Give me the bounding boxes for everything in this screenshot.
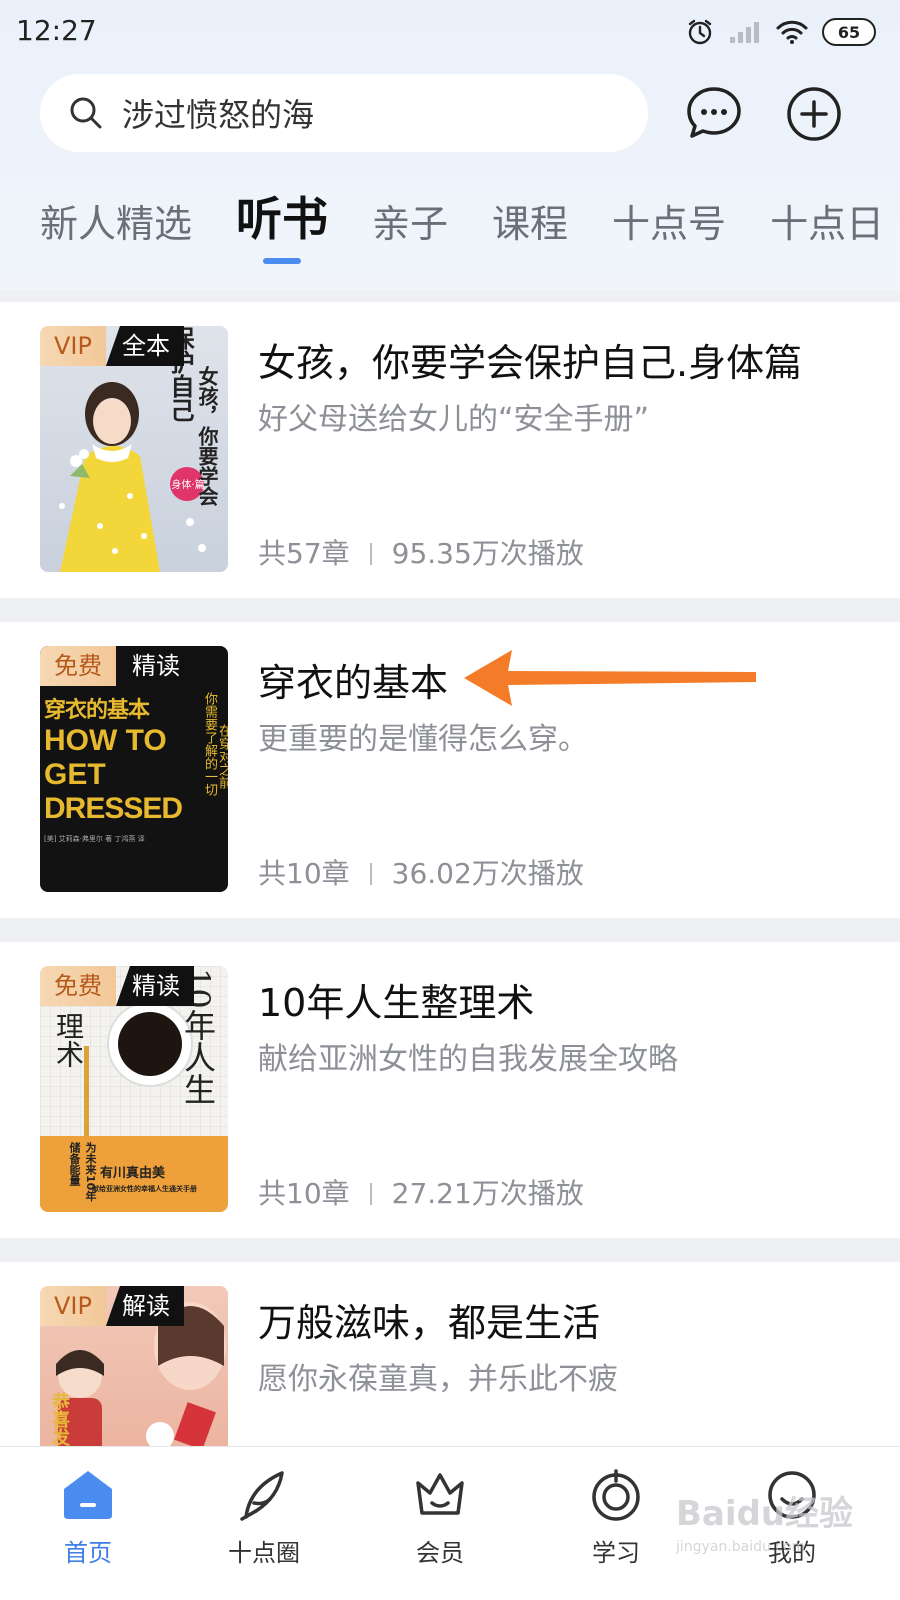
book-card[interactable]: 10年人生 理术 为未来10年储备能量 有川真由美 献给亚洲女性的幸福人生通关手… xyxy=(0,942,900,1238)
add-icon[interactable] xyxy=(784,84,844,144)
play-count: 27.21万次播放 xyxy=(391,1177,584,1210)
feather-icon xyxy=(240,1471,284,1521)
cover-title: 穿衣的基本 xyxy=(44,698,150,723)
baidu-watermark: Baidu经验 jingyan.baidu.com xyxy=(676,1494,854,1555)
header: 12:27 65 涉过愤怒的海 新人精选 听书 亲子 课程 十点号 十点日 xyxy=(0,0,900,290)
book-subtitle: 献给亚洲女性的自我发展全攻略 xyxy=(258,1042,678,1077)
alarm-icon xyxy=(688,19,712,45)
divider xyxy=(369,1183,372,1205)
category-tabs: 新人精选 听书 亲子 课程 十点号 十点日 xyxy=(40,190,900,264)
status-time: 12:27 xyxy=(16,14,97,47)
cover-author: [美] 艾莉森·弗里尔 著 丁鸿燕 译 xyxy=(44,835,145,843)
book-title[interactable]: 10年人生整理术 xyxy=(258,972,534,1027)
free-badge: 免费 精读 xyxy=(40,966,194,1006)
status-bar: 12:27 65 xyxy=(16,12,876,52)
book-meta: 共57章 95.35万次播放 xyxy=(258,532,584,572)
free-badge: 免费 精读 xyxy=(40,646,194,686)
message-icon[interactable] xyxy=(684,84,744,144)
tab-courses[interactable]: 课程 xyxy=(492,200,568,249)
nav-home[interactable]: 首页 xyxy=(18,1463,158,1568)
vip-badge: VIP 全本 xyxy=(40,326,184,366)
play-count: 36.02万次播放 xyxy=(391,857,584,890)
crown-icon xyxy=(416,1473,464,1515)
wifi-icon xyxy=(776,20,808,44)
book-cover[interactable]: 女孩，你要学会 保护自己 身体·篇 VIP 全本 xyxy=(40,326,228,572)
tab-audiobooks[interactable]: 听书 xyxy=(236,190,328,264)
search-icon xyxy=(70,97,102,129)
cover-author: 有川真由美 xyxy=(100,1166,166,1181)
cover-side-2: 在穿对之前 xyxy=(216,724,228,789)
play-count: 95.35万次播放 xyxy=(391,537,584,570)
nav-member[interactable]: 会员 xyxy=(370,1463,510,1568)
nav-study[interactable]: 学习 xyxy=(546,1463,686,1568)
book-subtitle: 好父母送给女儿的“安全手册” xyxy=(258,402,650,437)
cover-title-en-2: GET xyxy=(44,758,106,791)
cover-title-2: 理术 xyxy=(52,1012,85,1068)
chapter-count: 共10章 xyxy=(258,857,350,890)
book-meta: 共10章 27.21万次播放 xyxy=(258,1172,584,1212)
cover-tagline: 献给亚洲女性的幸福人生通关手册 xyxy=(92,1185,197,1193)
home-icon xyxy=(64,1471,112,1519)
status-icons: 65 xyxy=(686,12,876,52)
chapter-count: 共10章 xyxy=(258,1177,350,1210)
cover-title-en-1: HOW TO xyxy=(44,724,167,757)
search-bar[interactable]: 涉过愤怒的海 xyxy=(40,74,648,152)
book-cover[interactable]: 10年人生 理术 为未来10年储备能量 有川真由美 献给亚洲女性的幸福人生通关手… xyxy=(40,966,228,1212)
book-card[interactable]: 穿衣的基本 HOW TO GET DRESSED 你需要了解的一切 在穿对之前 … xyxy=(0,622,900,918)
annotation-arrow-icon xyxy=(464,650,756,706)
book-subtitle: 更重要的是懂得怎么穿。 xyxy=(258,722,588,757)
book-cover[interactable]: 穿衣的基本 HOW TO GET DRESSED 你需要了解的一切 在穿对之前 … xyxy=(40,646,228,892)
cover-title-en-3: DRESSED xyxy=(44,792,183,825)
divider xyxy=(369,863,372,885)
tab-shidian-daily[interactable]: 十点日 xyxy=(770,200,884,249)
book-title[interactable]: 女孩，你要学会保护自己.身体篇 xyxy=(258,332,802,387)
study-icon xyxy=(592,1469,640,1521)
search-input[interactable]: 涉过愤怒的海 xyxy=(122,90,314,136)
divider xyxy=(369,543,372,565)
tab-new-picks[interactable]: 新人精选 xyxy=(40,200,192,249)
vip-badge: VIP 解读 xyxy=(40,1286,184,1326)
book-subtitle: 愿你永葆童真，并乐此不疲 xyxy=(258,1362,618,1397)
signal-icon xyxy=(730,22,759,43)
tab-parenting[interactable]: 亲子 xyxy=(372,200,448,249)
tab-shidian-account[interactable]: 十点号 xyxy=(612,200,726,249)
book-meta: 共10章 36.02万次播放 xyxy=(258,852,584,892)
nav-shidian-circle[interactable]: 十点圈 xyxy=(194,1463,334,1568)
battery-icon: 65 xyxy=(822,18,876,46)
book-card[interactable]: 女孩，你要学会 保护自己 身体·篇 VIP 全本 女孩，你要学会保护自己.身体篇… xyxy=(0,302,900,598)
book-title[interactable]: 万般滋味，都是生活 xyxy=(258,1292,600,1347)
cover-slogan: 为未来10年储备能量 xyxy=(68,1142,97,1202)
chapter-count: 共57章 xyxy=(258,537,350,570)
book-title[interactable]: 穿衣的基本 xyxy=(258,652,448,707)
cover-sub: 身体·篇 xyxy=(171,480,205,491)
